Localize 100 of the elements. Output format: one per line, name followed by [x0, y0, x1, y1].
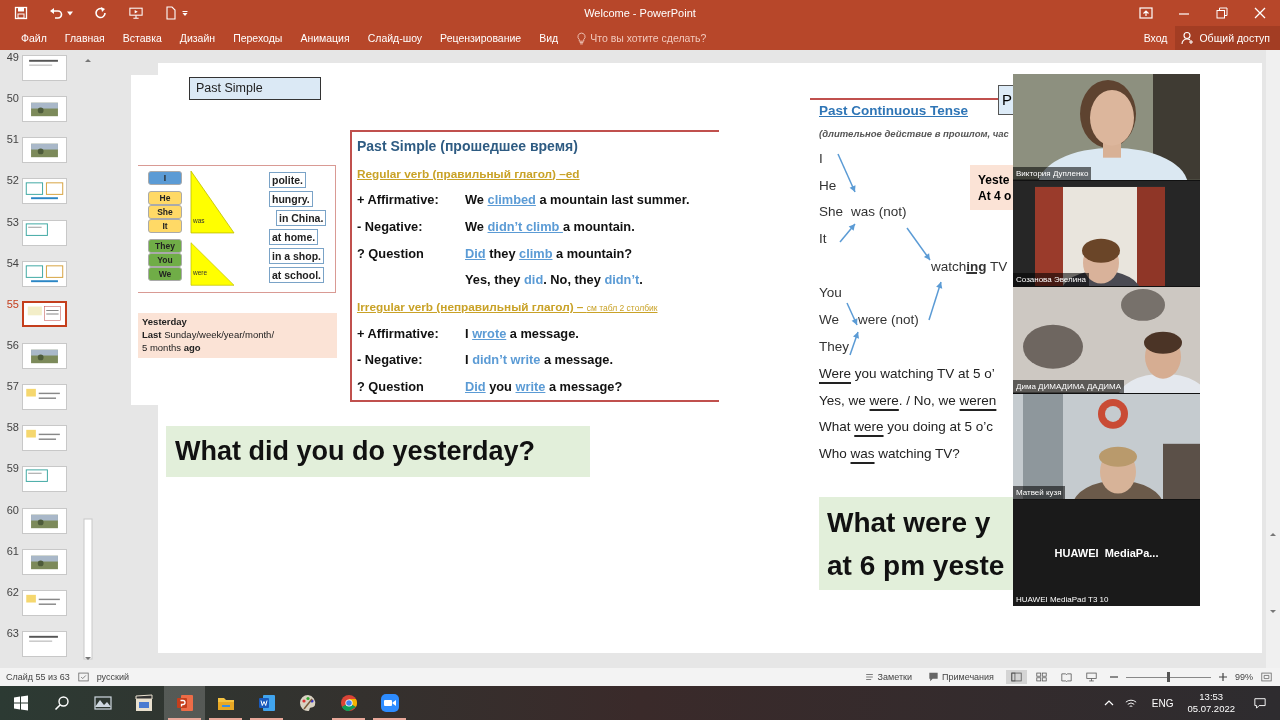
slide-thumbnail[interactable]	[22, 300, 67, 327]
arrow	[846, 302, 858, 326]
ribbon-tab[interactable]: Слайд-шоу	[358, 29, 432, 47]
clapperboard-icon	[133, 693, 154, 713]
slide-thumbnail[interactable]	[22, 466, 67, 493]
scrollbar[interactable]	[1266, 50, 1280, 668]
pronoun: We	[819, 312, 839, 328]
video-tile[interactable]: Созанова Эвелина	[1013, 180, 1200, 287]
slide-thumbnail[interactable]	[22, 55, 67, 81]
pronoun: They	[819, 339, 849, 355]
view-button[interactable]	[1006, 670, 1027, 684]
slide-thumbnail[interactable]	[22, 425, 67, 452]
phrase-card: polite.	[269, 172, 306, 188]
restore-icon[interactable]	[1215, 6, 1229, 20]
ribbon-display-icon[interactable]	[1139, 6, 1153, 20]
slide-number: 58	[5, 421, 20, 434]
example-sentence: Yes, we were. / No, we weren	[819, 392, 997, 410]
row-label: + Affirmative:	[357, 325, 440, 341]
comment-icon	[928, 672, 939, 682]
slide-thumbnail[interactable]	[22, 260, 67, 287]
triangle	[190, 170, 235, 234]
slide-number: 63	[5, 626, 20, 639]
book-icon	[1061, 672, 1072, 682]
row-label: - Negative:	[357, 352, 424, 368]
slide-thumbnail[interactable]	[22, 343, 67, 369]
slide-thumbnail[interactable]	[22, 178, 67, 205]
note-line: 5 months ago	[142, 341, 202, 354]
slide-thumbnail[interactable]	[22, 630, 67, 657]
spellcheck-icon[interactable]	[77, 672, 89, 682]
tell-me-field[interactable]: Что вы хотите сделать?	[590, 32, 731, 44]
arrow	[839, 223, 856, 243]
question-banner: What did you do yesterday?	[166, 426, 590, 477]
pronoun-tag: He	[148, 191, 182, 205]
slide-number: 55	[5, 297, 20, 310]
ribbon-tab[interactable]: Главная	[55, 29, 114, 47]
slide-thumbnail[interactable]	[22, 589, 67, 616]
redo-icon[interactable]	[94, 6, 108, 20]
tense-subtitle: (длительное действие в прошлом, час	[819, 128, 1009, 139]
participant-name: Матвей кузя	[1013, 486, 1065, 500]
pronoun: I	[819, 151, 823, 167]
ribbon-tab[interactable]: Переходы	[224, 29, 292, 47]
notes-button[interactable]: Заметки	[859, 672, 916, 682]
notifications-icon[interactable]	[1254, 697, 1266, 709]
slide-number: 57	[5, 380, 20, 393]
zoom-in-icon[interactable]	[1219, 673, 1227, 681]
example-sentence: Were you watching TV at 5 o’	[819, 366, 996, 383]
video-tile[interactable]: Виктория Дупленко	[1013, 74, 1200, 180]
share-button[interactable]: Общий доступ	[1175, 26, 1280, 50]
pronoun: He	[819, 177, 837, 194]
slide-label: P	[998, 85, 1013, 115]
grid-view-icon	[1036, 672, 1047, 682]
participant-name: Созанова Эвелина	[1013, 273, 1090, 287]
slide-number: 60	[5, 503, 20, 516]
language-label[interactable]: русский	[96, 672, 129, 682]
undo-icon[interactable]	[49, 6, 63, 20]
slideshow-icon[interactable]	[129, 6, 143, 20]
zoom-level[interactable]: 99%	[1235, 672, 1253, 682]
slide-number: 59	[5, 462, 20, 475]
banner-line: What were y	[827, 505, 992, 540]
ribbon-tab[interactable]: Файл	[12, 29, 56, 47]
video-tile[interactable]: HUAWEI MediaPa... HUAWEI MediaPad T3 10	[1013, 500, 1200, 606]
ribbon-tab[interactable]: Дизайн	[170, 29, 225, 47]
comments-button[interactable]: Примечания	[924, 672, 998, 682]
video-tile[interactable]: Матвей кузя	[1013, 393, 1200, 500]
slide-counter: Слайд 55 из 63	[6, 672, 70, 682]
zoom-slider[interactable]	[1126, 672, 1211, 682]
save-icon[interactable]	[14, 6, 28, 20]
slide-number: 54	[5, 256, 20, 269]
example-sentence: Did they climb a mountain?	[465, 245, 633, 261]
document-app-icon	[256, 693, 277, 713]
slide-number: 56	[5, 339, 20, 351]
slide-thumbnail[interactable]	[22, 384, 67, 411]
caret-icon[interactable]	[67, 10, 73, 16]
wifi-icon[interactable]	[1124, 697, 1137, 709]
zoom-out-icon[interactable]	[1110, 673, 1118, 681]
slide-thumbnail[interactable]	[22, 96, 67, 123]
zoom-thumb[interactable]	[1167, 672, 1170, 682]
ribbon-tab[interactable]: Рецензирование	[431, 29, 531, 47]
new-document-icon[interactable]	[164, 6, 178, 20]
sign-in-link[interactable]: Вход	[1143, 32, 1168, 44]
ribbon-tab[interactable]: Вставка	[113, 29, 171, 47]
close-icon[interactable]	[1253, 6, 1267, 20]
fit-slide-icon[interactable]	[1261, 672, 1272, 682]
clock-time: 13:53	[1199, 691, 1224, 703]
search-icon[interactable]	[54, 695, 70, 711]
slide-thumbnail[interactable]	[22, 507, 67, 534]
ribbon-tab[interactable]: Вид	[530, 29, 568, 47]
slide-thumbnail[interactable]	[22, 219, 67, 246]
pronoun-tag: We	[148, 267, 182, 281]
row-label: - Negative:	[357, 218, 424, 234]
video-tile[interactable]: Дима ДИМАДИМА ДАДИМА	[1013, 287, 1200, 393]
triangle	[190, 242, 235, 286]
slide-thumbnail[interactable]	[22, 548, 67, 575]
note-line: Yeste	[978, 171, 1011, 188]
clock[interactable]: 13:53 05.07.2022	[1187, 691, 1235, 715]
customize-icon[interactable]	[182, 10, 188, 16]
start-icon[interactable]	[13, 695, 29, 711]
input-language[interactable]: ENG	[1151, 697, 1174, 709]
ribbon-tab[interactable]: Анимация	[291, 29, 359, 47]
slide-thumbnail[interactable]	[22, 137, 67, 164]
